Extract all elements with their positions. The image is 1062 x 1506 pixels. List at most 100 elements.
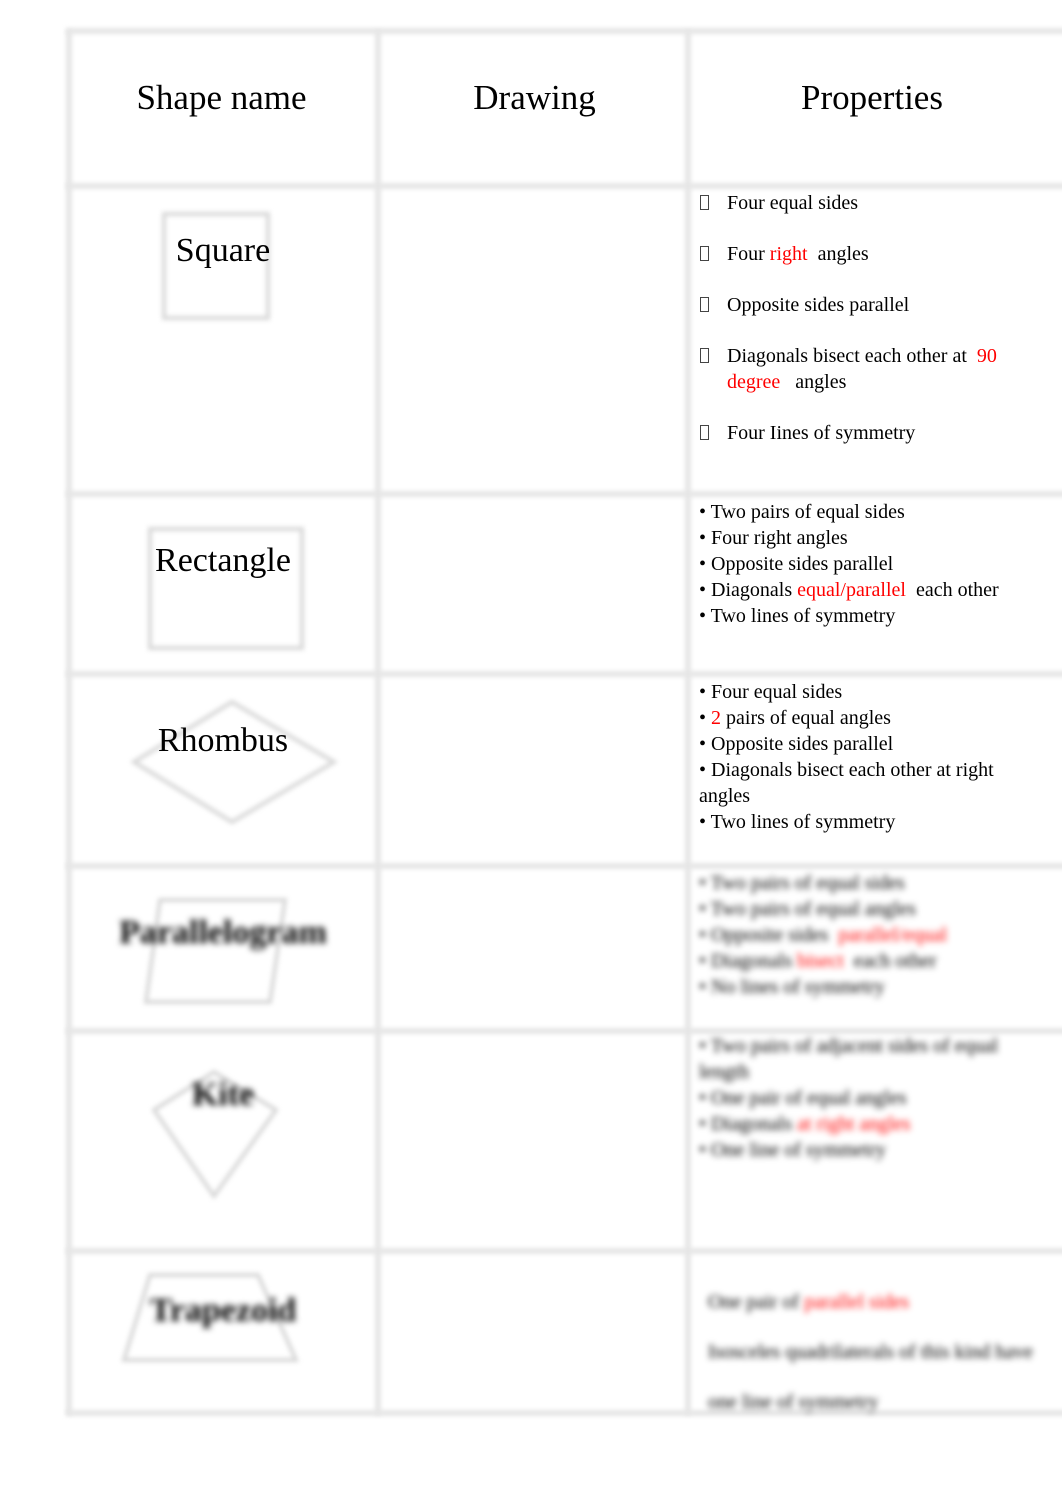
property-text: 2 pairs of equal angles [711, 707, 891, 729]
highlighted-text: parallel sides [804, 1291, 910, 1313]
text-segment: each other [843, 950, 937, 972]
text-segment: Four Iines of symmetry [727, 422, 916, 444]
property-item: One pair of parallel sides [708, 1277, 1048, 1327]
property-text: Opposite sides parallel [711, 553, 893, 575]
text-segment: One line of symmetry [711, 1139, 886, 1161]
property-item: • Two pairs of equal angles [699, 896, 1039, 922]
header-properties: Properties [801, 78, 943, 117]
text-segment: Diagonals [711, 579, 798, 601]
bullet-icon: • [699, 1139, 712, 1161]
text-segment: Four [727, 243, 770, 265]
text-segment: angles [780, 371, 847, 393]
property-item: • Opposite sides parallel [699, 551, 1039, 577]
property-item: • Opposite sides parallel [699, 731, 1039, 757]
shape-name-trapezoid: Trapezoid [149, 1292, 297, 1329]
property-item: • Two lines of symmetry [699, 809, 1039, 835]
bullet-icon: • [699, 811, 711, 833]
text-segment: Opposite sides parallel [711, 553, 894, 575]
property-text: Diagonals bisect each other [711, 950, 936, 972]
property-item: • Diagonals equal/parallel each other [699, 577, 1039, 603]
property-item: • Diagonals bisect each other [699, 948, 1039, 974]
property-text: One pair of equal angles [711, 1087, 906, 1109]
property-item: Isosceles quadrilaterals of this kind ha… [708, 1327, 1048, 1427]
text-segment: Two pairs of equal sides [710, 872, 905, 894]
missing-glyph-bullet-icon [700, 195, 709, 210]
bullet-icon: • [699, 707, 712, 729]
property-text: Two lines of symmetry [711, 605, 896, 627]
shape-name-kite: Kite [191, 1076, 255, 1113]
property-item: • Opposite sides parallel/equal [699, 922, 1039, 948]
bullet-icon: • [699, 976, 712, 998]
text-segment: Four right angles [711, 527, 848, 549]
bullet-icon: • [699, 527, 712, 549]
text-segment: Diagonals bisect each other at [727, 345, 977, 367]
property-text: Opposite sides parallel [727, 292, 909, 318]
property-text: Two pairs of equal sides [711, 501, 905, 523]
highlighted-text: right [769, 243, 808, 265]
text-segment: One pair of [708, 1291, 805, 1313]
property-text: Opposite sides parallel [711, 733, 893, 755]
property-item: • Two pairs of equal sides [699, 870, 1039, 896]
highlighted-text: at right angles [797, 1113, 911, 1135]
properties-list-trapezoid: One pair of parallel sides Isosceles quad… [708, 1277, 1048, 1427]
property-text: Four equal sides [711, 681, 842, 703]
missing-glyph-bullet-icon [700, 425, 709, 440]
missing-glyph-bullet-icon [700, 348, 709, 363]
shape-name-rhombus: Rhombus [157, 722, 289, 759]
bullet-icon: • [699, 501, 711, 523]
shape-name-square: Square [175, 232, 271, 269]
text-segment: Two lines of symmetry [710, 605, 896, 627]
property-item: • One line of symmetry [699, 1137, 1039, 1163]
text-segment: Two pairs of equal sides [710, 501, 905, 523]
property-item: Diagonals bisect each other at 90 degree… [699, 343, 1039, 395]
bullet-icon: • [699, 872, 711, 894]
property-item: • Two pairs of equal sides [699, 499, 1039, 525]
properties-list-kite: • Two pairs of adjacent sides of equal l… [699, 1033, 1039, 1163]
properties-list-rhombus: • Four equal sides • 2 pairs of equal ang… [699, 679, 1039, 835]
property-item: • Diagonals at right angles [699, 1111, 1039, 1137]
text-segment: pairs of equal angles [721, 707, 891, 729]
text-segment: Two pairs of equal angles [710, 898, 916, 920]
text-segment: One pair of equal angles [711, 1087, 907, 1109]
shape-name-rectangle: Rectangle [155, 542, 291, 579]
property-item: • Two pairs of adjacent sides of equal l… [699, 1033, 1039, 1085]
bullet-icon: • [699, 924, 712, 946]
property-text: Diagonals bisect each other at 90 degree… [727, 343, 1039, 395]
bullet-icon: • [699, 1113, 712, 1135]
property-text: Two lines of symmetry [711, 811, 896, 833]
text-segment: Isosceles quadrilaterals of this kind ha… [708, 1341, 1038, 1413]
highlighted-text: equal/parallel [797, 579, 906, 601]
property-item: • Four equal sides [699, 679, 1039, 705]
bullet-icon: • [699, 733, 712, 755]
property-item: • Diagonals bisect each other at right a… [699, 757, 1039, 809]
property-item: • No lines of symmetry [699, 974, 1039, 1000]
text-segment: Four equal sides [711, 681, 843, 703]
highlighted-text: parallel/equal [838, 924, 948, 946]
property-text: Two pairs of equal angles [711, 898, 916, 920]
text-segment: Opposite sides [711, 924, 839, 946]
property-text: Two pairs of adjacent sides of equal len… [699, 1035, 1003, 1083]
property-item: Four equal sides [699, 190, 1039, 216]
property-text: Four equal sides [727, 190, 858, 216]
header-shape-name: Shape name [136, 78, 307, 117]
text-segment: Diagonals [711, 1113, 798, 1135]
text-segment: Opposite sides parallel [727, 294, 910, 316]
bullet-icon: • [699, 898, 711, 920]
property-text: Four right angles [727, 241, 869, 267]
text-segment: Opposite sides parallel [711, 733, 894, 755]
text-segment: Two lines of symmetry [710, 811, 896, 833]
text-segment: Two pairs of adjacent sides of equal len… [699, 1035, 1004, 1083]
properties-list-rectangle: • Two pairs of equal sides • Four right a… [699, 499, 1039, 629]
text-segment: angles [807, 243, 869, 265]
bullet-icon: • [699, 605, 711, 627]
property-item: • Two lines of symmetry [699, 603, 1039, 629]
property-text: Diagonals at right angles [711, 1113, 910, 1135]
property-text: One pair of parallel sides [708, 1291, 909, 1313]
bullet-icon: • [699, 950, 712, 972]
property-text: Isosceles quadrilaterals of this kind ha… [708, 1341, 1038, 1413]
text-segment: No lines of symmetry [711, 976, 885, 998]
header-drawing: Drawing [473, 78, 596, 117]
property-text: Two pairs of equal sides [711, 872, 905, 894]
missing-glyph-bullet-icon [700, 246, 709, 261]
highlighted-text: 2 [711, 707, 722, 729]
